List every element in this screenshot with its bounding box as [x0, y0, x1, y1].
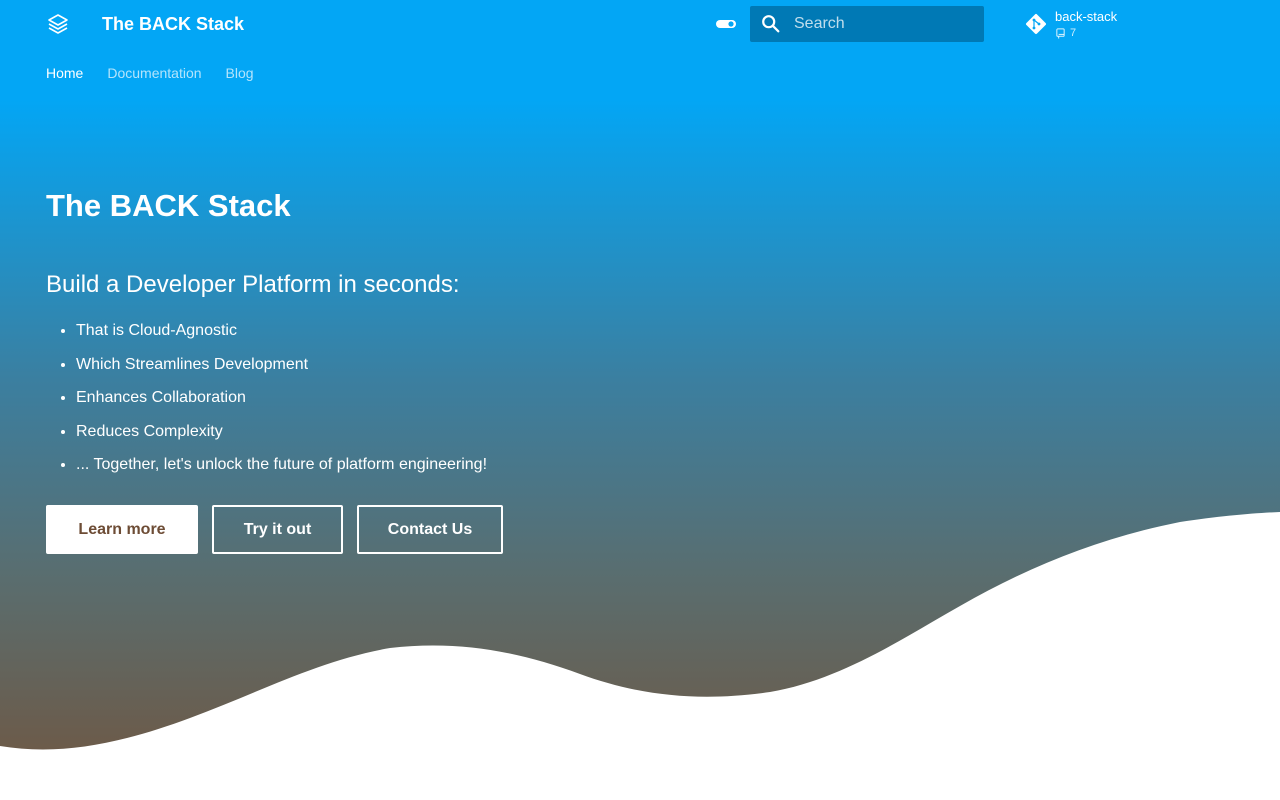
contact-us-button[interactable]: Contact Us	[357, 505, 503, 554]
tab-home[interactable]: Home	[46, 62, 83, 84]
try-it-out-button[interactable]: Try it out	[212, 505, 343, 554]
list-item: ... Together, let's unlock the future of…	[76, 450, 487, 484]
toggle-on-icon[interactable]	[714, 16, 738, 32]
site-title[interactable]: The BACK Stack	[102, 12, 244, 36]
list-item: That is Cloud-Agnostic	[76, 316, 487, 350]
nav-tabs: Home Documentation Blog	[46, 62, 278, 84]
tab-blog[interactable]: Blog	[226, 62, 254, 84]
list-item: Reduces Complexity	[76, 417, 487, 451]
repo-icon	[1056, 27, 1065, 39]
list-item: Which Streamlines Development	[76, 350, 487, 384]
hero-buttons: Learn more Try it out Contact Us	[46, 505, 517, 554]
layers-icon[interactable]	[46, 12, 70, 36]
repo-name: back-stack	[1055, 9, 1118, 24]
page: The BACK Stack Search back-stack 7 Home …	[0, 0, 1280, 800]
header-bar: The BACK Stack Search back-stack 7	[0, 0, 1280, 48]
learn-more-button[interactable]: Learn more	[46, 505, 198, 554]
search-icon	[760, 13, 782, 35]
tab-documentation[interactable]: Documentation	[107, 62, 201, 84]
search-box[interactable]	[750, 6, 984, 42]
repo-facts: 7	[1055, 26, 1076, 40]
repo-link[interactable]: back-stack 7	[1024, 8, 1154, 42]
hero-title: The BACK Stack	[46, 188, 291, 223]
feature-list: That is Cloud-Agnostic Which Streamlines…	[46, 316, 487, 484]
hero-subtitle: Build a Developer Platform in seconds:	[46, 271, 460, 298]
search-input[interactable]	[794, 6, 980, 42]
repo-count: 7	[1070, 27, 1077, 39]
list-item: Enhances Collaboration	[76, 383, 487, 417]
git-icon	[1024, 12, 1048, 36]
